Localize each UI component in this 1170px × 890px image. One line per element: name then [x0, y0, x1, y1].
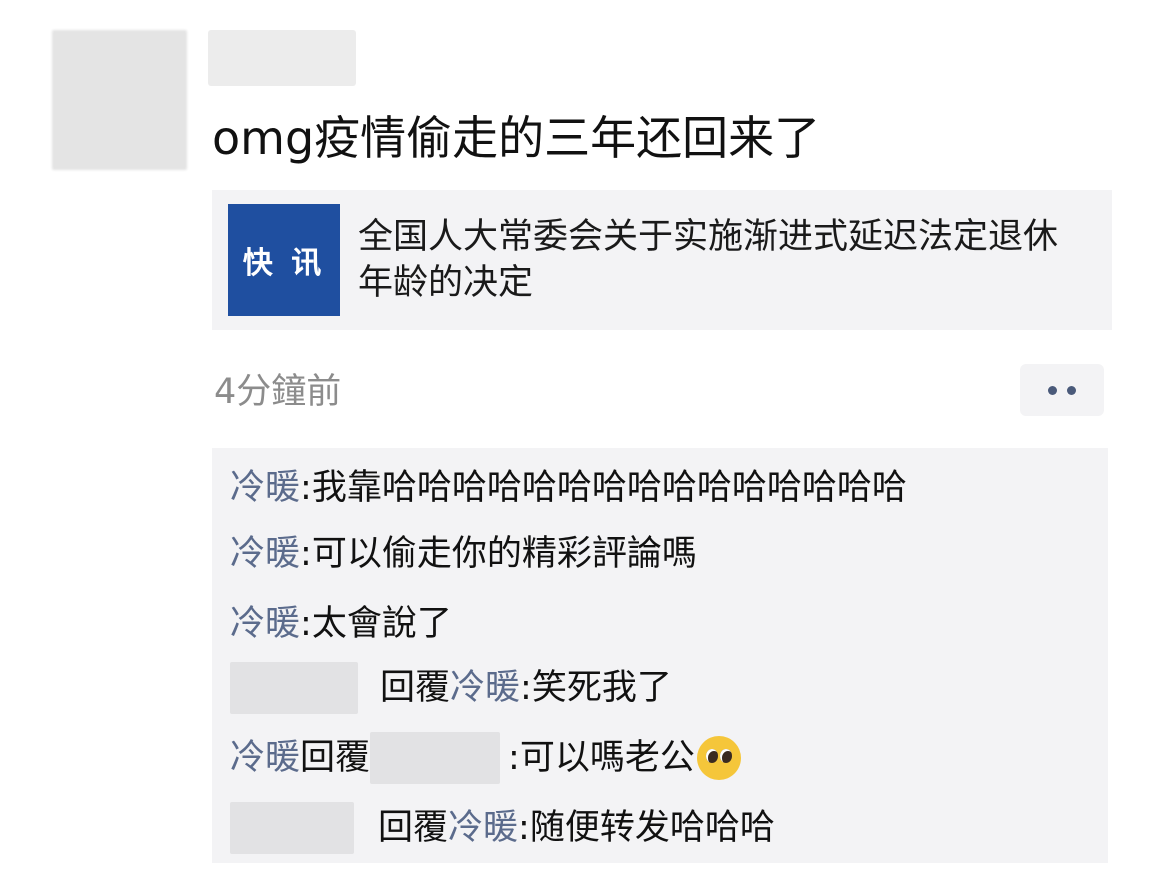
comment-separator: :: [300, 604, 312, 644]
reply-target-name[interactable]: 冷暖: [450, 658, 520, 718]
moments-post: omg疫情偷走的三年还回来了 快 讯 全国人大常委会关于实施渐进式延迟法定退休年…: [0, 0, 1170, 890]
reply-word: 回覆: [378, 808, 449, 848]
comment-row[interactable]: 回覆 冷暖: 随便转发哈哈哈: [230, 798, 775, 858]
commenter-name[interactable]: 冷暖: [230, 594, 300, 654]
reply-word: 回覆: [300, 738, 371, 778]
comment-separator: :: [300, 468, 312, 508]
more-actions-button[interactable]: [1020, 364, 1104, 416]
post-timestamp: 4分鐘前: [214, 372, 342, 412]
comment-text: 随便转发哈哈哈: [529, 808, 775, 848]
comment-row[interactable]: 冷暖: 我靠哈哈哈哈哈哈哈哈哈哈哈哈哈哈哈: [230, 458, 907, 518]
more-dots-icon: [1067, 385, 1076, 395]
comment-text: 太會說了: [311, 604, 452, 644]
reply-target-name[interactable]: 冷暖: [448, 798, 518, 858]
commenter-name[interactable]: 冷暖: [230, 524, 300, 584]
commenter-name[interactable]: 冷暖: [230, 728, 300, 788]
comment-row[interactable]: 冷暖: 可以偷走你的精彩評論嗎: [230, 524, 697, 584]
more-dots-icon: [1048, 385, 1057, 395]
shared-link-card[interactable]: 快 讯 全国人大常委会关于实施渐进式延迟法定退休年龄的决定: [212, 190, 1112, 330]
reply-word: 回覆: [380, 668, 451, 708]
comment-text: 可以偷走你的精彩評論嗎: [311, 534, 697, 574]
comment-text: 我靠哈哈哈哈哈哈哈哈哈哈哈哈哈哈哈: [311, 468, 907, 508]
comment-separator: :: [300, 534, 312, 574]
reply-target-redacted[interactable]: [370, 732, 501, 784]
comment-row[interactable]: 回覆 冷暖: 笑死我了: [230, 658, 672, 718]
comment-row[interactable]: 冷暖: 太會說了: [230, 594, 452, 654]
comment-separator: :: [518, 808, 530, 848]
poster-name-redacted[interactable]: [208, 30, 356, 86]
comment-separator: :: [520, 668, 532, 708]
commenter-name-redacted[interactable]: [230, 662, 358, 714]
pleading-face-emoji-icon: [696, 736, 741, 780]
commenter-name[interactable]: 冷暖: [230, 458, 300, 518]
comment-row[interactable]: 冷暖 回覆: 可以嗎老公: [230, 728, 741, 788]
comments-section: 冷暖: 我靠哈哈哈哈哈哈哈哈哈哈哈哈哈哈哈 冷暖: 可以偷走你的精彩評論嗎 冷暖…: [212, 448, 1108, 863]
comment-separator: :: [508, 738, 520, 778]
card-title: 全国人大常委会关于实施渐进式延迟法定退休年龄的决定: [358, 217, 1059, 303]
card-thumbnail-label: 快 讯: [242, 246, 326, 281]
commenter-name-redacted[interactable]: [230, 802, 354, 854]
post-text: omg疫情偷走的三年还回来了: [212, 111, 821, 165]
comment-text: 可以嗎老公: [519, 738, 695, 778]
comment-text: 笑死我了: [531, 668, 672, 708]
avatar[interactable]: [52, 30, 187, 170]
card-thumbnail: 快 讯: [228, 204, 340, 316]
